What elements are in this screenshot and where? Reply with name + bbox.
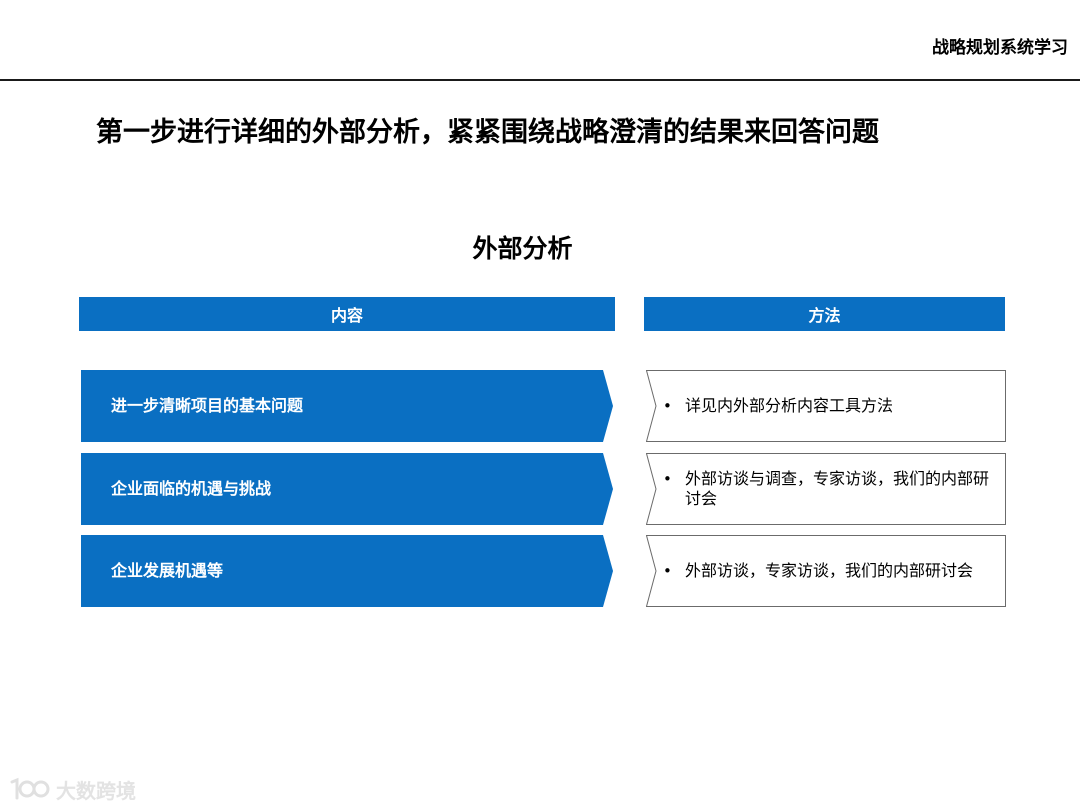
bullet-icon: • — [663, 470, 672, 488]
bullet-icon: • — [663, 397, 672, 415]
method-item-text: 外部访谈与调查，专家访谈，我们的内部研讨会 — [685, 469, 990, 508]
content-item-label: 企业发展机遇等 — [111, 561, 224, 580]
method-item-text: 详见内外部分析内容工具方法 — [685, 396, 894, 415]
watermark-logo-icon — [10, 777, 50, 800]
content-item-label: 进一步清晰项目的基本问题 — [111, 396, 304, 415]
method-column-header: 方法 — [644, 297, 1005, 331]
header-divider — [0, 79, 1080, 81]
bullet-icon: • — [663, 562, 672, 580]
method-item: • 外部访谈与调查，专家访谈，我们的内部研讨会 — [646, 453, 1006, 525]
method-item-text: 外部访谈，专家访谈，我们的内部研讨会 — [685, 561, 974, 580]
watermark: 大数跨境 — [8, 774, 136, 804]
content-item: 企业面临的机遇与挑战 — [81, 453, 613, 525]
method-item: • 外部访谈，专家访谈，我们的内部研讨会 — [646, 535, 1006, 607]
content-item: 进一步清晰项目的基本问题 — [81, 370, 613, 442]
method-item: • 详见内外部分析内容工具方法 — [646, 370, 1006, 442]
content-item: 企业发展机遇等 — [81, 535, 613, 607]
content-item-label: 企业面临的机遇与挑战 — [111, 479, 272, 498]
section-title: 外部分析 — [472, 234, 573, 263]
header-title: 战略规划系统学习 — [932, 38, 1068, 58]
slide-title: 第一步进行详细的外部分析，紧紧围绕战略澄清的结果来回答问题 — [96, 117, 879, 148]
watermark-text: 大数跨境 — [56, 778, 136, 803]
content-column-header: 内容 — [79, 297, 615, 331]
